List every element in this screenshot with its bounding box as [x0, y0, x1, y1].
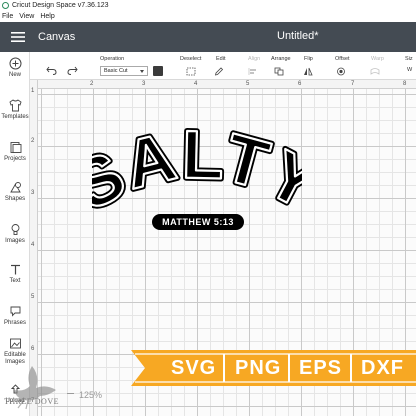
ruler-top-6: 6 [298, 81, 302, 87]
sidebar-label-text: Text [9, 278, 21, 284]
sidebar-label-images: Images [5, 238, 25, 244]
ruler-left-5: 5 [31, 294, 35, 300]
flip-icon[interactable] [303, 67, 313, 76]
undo-redo-group [46, 62, 78, 80]
ruler-left-1: 1 [31, 88, 35, 94]
headline-text: SALTY [92, 120, 302, 218]
ruler-left-4: 4 [31, 242, 35, 248]
operation-color-swatch[interactable] [153, 66, 163, 76]
ruler-top-5: 5 [246, 81, 250, 87]
ruler-top-4: 4 [194, 81, 198, 87]
sidebar-item-images[interactable]: Images [0, 222, 30, 244]
text-icon [8, 262, 22, 276]
edit-label: Edit [216, 56, 226, 62]
section-title: Canvas [38, 31, 76, 43]
ruler-top-7: 7 [351, 81, 355, 87]
watermark-text: THREE DOVE [4, 397, 59, 406]
sidebar-item-new[interactable]: New [0, 56, 30, 78]
sidebar-item-projects[interactable]: Projects [0, 140, 30, 162]
warp-icon [370, 67, 380, 76]
banner-divider [350, 354, 352, 382]
ruler-top-2: 2 [90, 81, 94, 87]
document-title: Untitled* [277, 30, 319, 42]
deselect-label: Deselect [180, 56, 202, 62]
sidebar-item-shapes[interactable]: Shapes [0, 180, 30, 202]
verse-badge[interactable]: MATTHEW 5:13 [152, 214, 244, 230]
arrange-icon[interactable] [274, 67, 284, 76]
operation-select[interactable]: Basic Cut [100, 66, 148, 76]
deselect-icon[interactable] [186, 67, 196, 76]
banner-divider [223, 354, 225, 382]
sidebar-item-text[interactable]: Text [0, 262, 30, 284]
projects-icon [8, 140, 22, 154]
plus-circle-icon [8, 56, 22, 70]
svg-text:SALTY: SALTY [92, 120, 302, 218]
menu-bar: File View Help [0, 11, 416, 22]
offset-icon[interactable] [336, 67, 346, 76]
sidebar-label-shapes: Shapes [4, 196, 26, 202]
banner-divider [288, 354, 290, 382]
ruler-left-3: 3 [31, 190, 35, 196]
operation-value: Basic Cut [104, 68, 128, 74]
menu-view[interactable]: View [19, 13, 34, 20]
shapes-icon [8, 180, 22, 194]
edit-pencil-icon[interactable] [214, 67, 224, 76]
sidebar-label-new: New [8, 72, 21, 78]
format-eps: EPS [299, 357, 343, 379]
operation-label: Operation [100, 56, 125, 62]
design-headline[interactable]: SALTY SALTY [92, 120, 302, 218]
sidebar-label-templates: Templates [1, 114, 29, 120]
warp-label: Warp [371, 56, 384, 62]
cricut-logo-icon [2, 2, 9, 9]
sidebar-label-projects: Projects [4, 156, 26, 162]
format-dxf: DXF [361, 357, 404, 379]
arrange-label: Arrange [271, 56, 291, 62]
sidebar-label-phrases: Phrases [3, 320, 26, 326]
window-title: Cricut Design Space v7.36.123 [12, 2, 109, 9]
menu-file[interactable]: File [2, 13, 13, 20]
zoom-level: 125% [79, 389, 103, 400]
align-label: Align [248, 56, 261, 62]
size-label: Siz [405, 56, 413, 62]
chevron-down-icon [140, 70, 144, 73]
align-icon [248, 67, 258, 76]
redo-icon[interactable] [67, 62, 78, 80]
lightbulb-icon [8, 222, 22, 236]
format-png: PNG [235, 357, 282, 379]
offset-label: Offset [335, 56, 350, 62]
shirt-icon [8, 98, 22, 112]
sidebar-item-phrases[interactable]: Phrases [0, 304, 30, 326]
ruler-top-3: 3 [142, 81, 146, 87]
format-svg: SVG [171, 357, 217, 379]
zoom-out-icon[interactable] [66, 389, 75, 400]
window-titlebar: Cricut Design Space v7.36.123 [0, 0, 416, 11]
edit-toolbar: Operation Basic Cut Deselect Edit Align … [30, 52, 416, 80]
menu-help[interactable]: Help [40, 13, 54, 20]
app-header: Canvas Untitled* [0, 22, 416, 52]
flip-label: Flip [304, 56, 313, 62]
format-banner: SVG PNG EPS DXF [131, 350, 416, 386]
ruler-top-8: 8 [403, 81, 407, 87]
hamburger-menu-icon[interactable] [0, 22, 36, 52]
dove-watermark-logo [14, 366, 56, 410]
speech-bubble-icon [8, 304, 22, 318]
sidebar-item-templates[interactable]: Templates [0, 98, 30, 120]
ruler-left-2: 2 [31, 138, 35, 144]
undo-icon[interactable] [46, 62, 57, 80]
ruler-top: 1 2 3 4 5 6 7 8 [30, 80, 416, 89]
ruler-left-6: 6 [31, 346, 35, 352]
editable-image-icon [8, 336, 22, 350]
zoom-control: 125% [66, 389, 102, 400]
size-width-label: W [407, 67, 413, 73]
